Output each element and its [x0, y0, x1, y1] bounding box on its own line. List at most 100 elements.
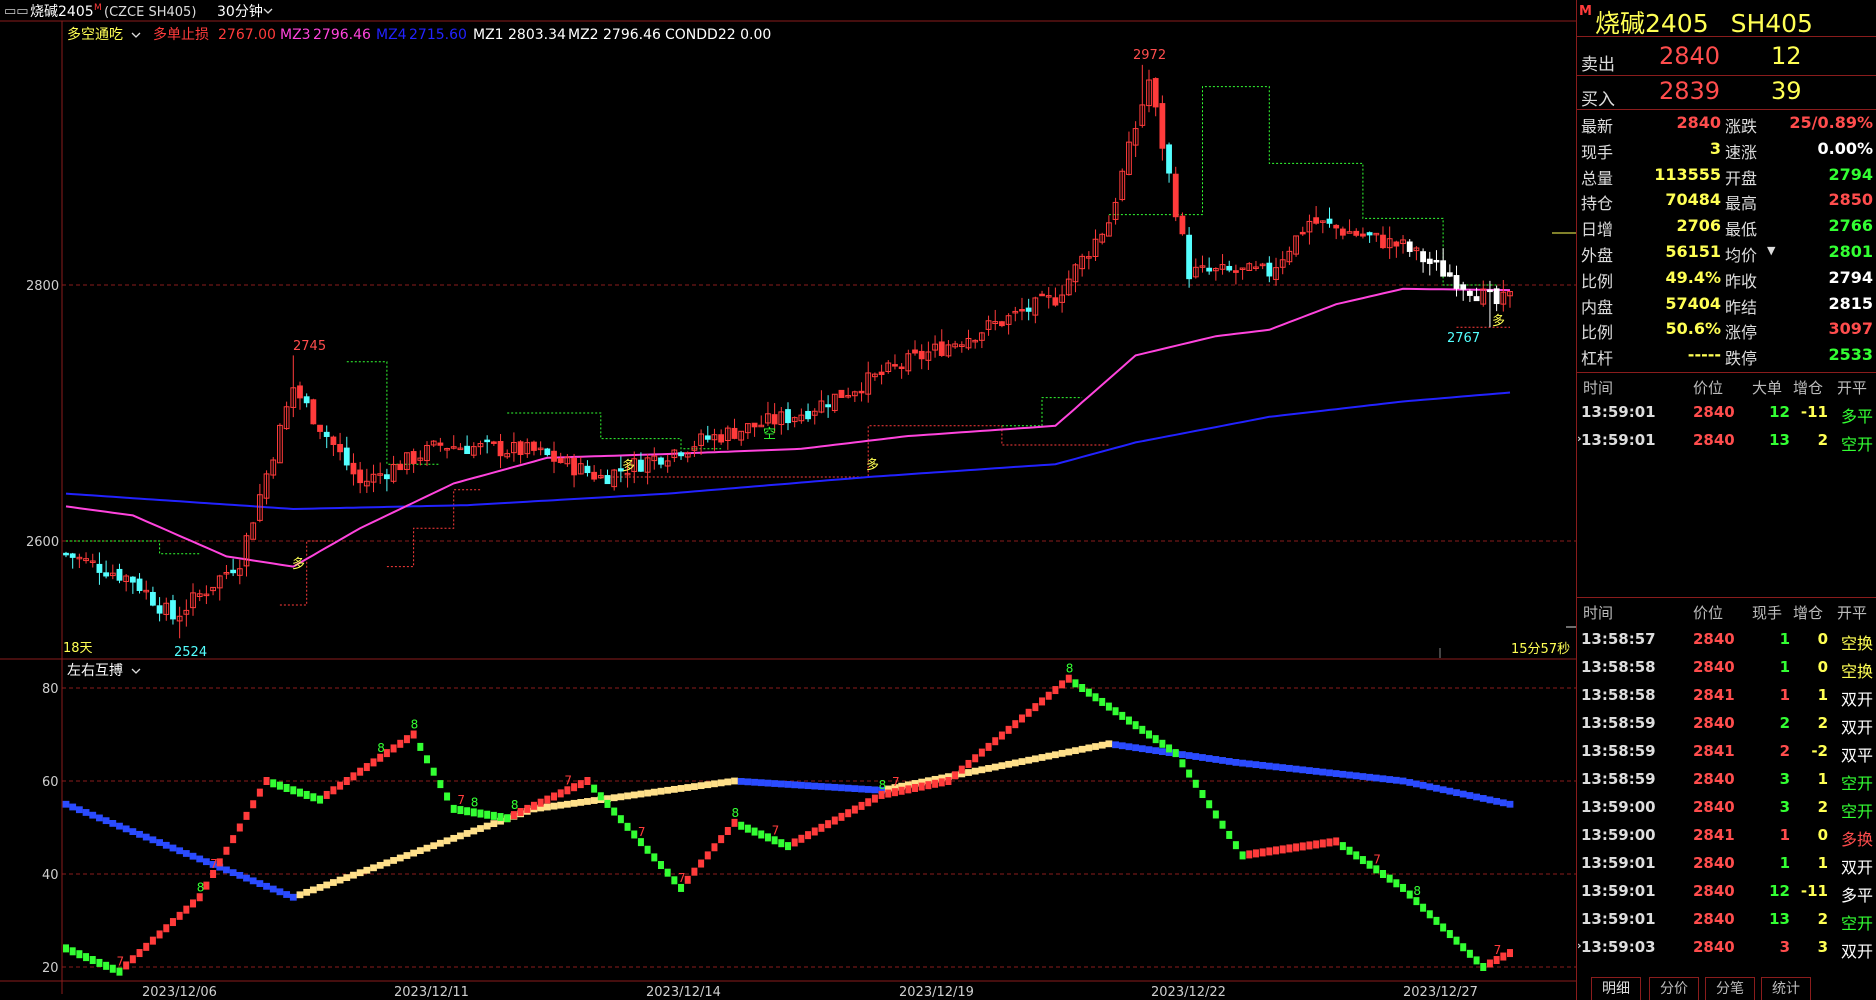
slow-line-point — [1199, 754, 1206, 761]
trade-price: 2840 — [1693, 938, 1735, 956]
candle-body — [658, 457, 664, 465]
trade-row[interactable]: 13:58:58 2840 1 0 空换 — [1581, 658, 1873, 686]
fast-line-point — [644, 845, 651, 854]
slow-line-point — [109, 819, 117, 827]
countdown-label: 15分57秒 — [1511, 642, 1570, 657]
slow-line-point — [864, 786, 872, 793]
indicator-selector[interactable]: 多空通吃 — [67, 26, 123, 43]
trade-row[interactable]: 13:59:00 2841 1 0 多换 — [1581, 826, 1873, 854]
fast-line-point — [1226, 830, 1233, 839]
slow-line-point — [811, 782, 819, 790]
chart-area[interactable]: ▭▭ 烧碱2405 M (CZCE SH405) 30分钟 多空通吃 多单止损 … — [0, 0, 1576, 1000]
slow-line-point — [149, 836, 157, 844]
slow-line-point — [276, 888, 284, 896]
candle-body — [1487, 289, 1493, 293]
sub-indicator-selector[interactable]: 左右互搏 — [67, 662, 123, 679]
slow-line-point — [1312, 767, 1320, 775]
signal-digit: 8 — [377, 741, 385, 755]
stop-loss-line — [386, 489, 481, 568]
recent-low-label: 2767 — [1447, 331, 1480, 346]
ticks-header: 时间 价位 现手 增仓 开平 — [1581, 602, 1873, 626]
trade-volume: 1 — [1779, 686, 1790, 704]
slow-line-point — [1439, 786, 1447, 794]
tab-detail[interactable]: 明细 — [1591, 977, 1641, 1000]
slow-line-point — [784, 780, 792, 788]
period-selector[interactable]: 30分钟 — [217, 3, 263, 20]
slow-line-point — [89, 811, 97, 819]
trade-row[interactable]: 13:58:59 2841 2 -2 双平 — [1581, 742, 1873, 770]
candle-body — [1159, 103, 1166, 149]
trade-row[interactable]: 13:59:00 2840 3 2 空开 — [1581, 798, 1873, 826]
tab-price[interactable]: 分价 — [1649, 977, 1699, 1000]
bid-row[interactable]: 买入 2839 39 — [1581, 75, 1871, 110]
fast-line-point — [912, 783, 919, 792]
trade-row[interactable]: › 13:59:03 2840 3 3 双开 — [1577, 938, 1873, 966]
ask-row[interactable]: 卖出 2840 12 — [1581, 40, 1871, 75]
signal-digit: 7 — [210, 857, 218, 871]
slow-line-point — [617, 793, 625, 801]
slow-line-point — [717, 779, 725, 787]
slow-line-point — [691, 783, 698, 790]
quote-row: 现手 3 速涨 0.00% — [1581, 139, 1873, 165]
fast-line-point — [103, 961, 110, 970]
stop-loss-line — [66, 540, 200, 555]
fast-line-point — [1486, 959, 1493, 968]
trade-row[interactable]: 13:59:01 2840 1 1 双开 — [1581, 854, 1873, 882]
fast-line-point — [1219, 820, 1226, 829]
slow-line-point — [797, 781, 805, 789]
stop-loss-label: 多单止损 — [153, 26, 209, 43]
slow-line-point — [490, 820, 498, 828]
fast-line-point — [825, 820, 832, 829]
trade-row[interactable]: 13:58:59 2840 2 2 双开 — [1581, 714, 1873, 742]
candle-body — [584, 465, 591, 474]
slow-line-point — [1125, 743, 1133, 751]
slow-line-point — [871, 786, 879, 794]
slow-line-point — [283, 891, 291, 898]
candle-body — [999, 321, 1005, 327]
chevron-down-icon[interactable]: ▼ — [1767, 244, 1775, 257]
trade-change: 3 — [1817, 938, 1828, 956]
candle-body — [1266, 262, 1273, 277]
trade-row[interactable]: 13:58:57 2840 1 0 空换 — [1581, 630, 1873, 658]
slow-line-point — [1446, 787, 1454, 795]
trade-row[interactable]: › 13:59:01 2840 13 2 空开 — [1577, 431, 1873, 459]
candle-body — [1493, 288, 1500, 305]
fast-line-point — [263, 777, 270, 785]
slow-line-point — [1232, 759, 1240, 766]
trade-row[interactable]: 13:59:01 2840 12 -11 多平 — [1581, 882, 1873, 910]
fast-line-point — [1306, 841, 1313, 850]
slow-line-point — [1419, 781, 1427, 789]
candle-body — [1226, 265, 1233, 271]
fast-line-point — [176, 911, 183, 920]
quote-row: 内盘 57404 昨结 2815 — [1581, 294, 1873, 320]
trade-row[interactable]: 13:59:01 2840 12 -11 多平 — [1581, 403, 1873, 431]
days-label: 18天 — [63, 641, 93, 656]
fast-line-point — [477, 809, 484, 818]
slow-line-point — [182, 850, 190, 857]
trade-row[interactable]: 13:58:58 2841 1 1 双开 — [1581, 686, 1873, 714]
slow-line-point — [1192, 753, 1200, 760]
fast-line-point — [504, 814, 511, 823]
mz4-value: 2715.60 — [409, 27, 467, 43]
stat-label: 涨停 — [1725, 323, 1758, 343]
local-high-label: 2745 — [293, 339, 326, 354]
slow-line-point — [1459, 790, 1467, 798]
fast-line-point — [731, 818, 738, 827]
stop-loss-line — [346, 361, 441, 465]
trade-row[interactable]: 13:59:01 2840 13 2 空开 — [1581, 910, 1873, 938]
slow-line-point — [390, 857, 397, 864]
slow-line-point — [1479, 795, 1487, 802]
period-dropdown-icon[interactable] — [263, 8, 273, 14]
slow-line-point — [637, 790, 645, 798]
slow-line-point — [985, 765, 992, 772]
tab-stats[interactable]: 统计 — [1761, 977, 1811, 1000]
sub-indicator-dropdown-icon[interactable] — [131, 668, 141, 674]
slow-line-point — [1339, 770, 1347, 778]
indicator-dropdown-icon[interactable] — [131, 32, 141, 38]
candle-body — [230, 569, 237, 574]
trade-row[interactable]: 13:58:59 2840 3 1 空开 — [1581, 770, 1873, 798]
tab-tick[interactable]: 分笔 — [1705, 977, 1755, 1000]
slow-line-point — [1179, 751, 1186, 758]
candle-body — [918, 350, 925, 360]
trade-type: 空开 — [1840, 435, 1873, 454]
